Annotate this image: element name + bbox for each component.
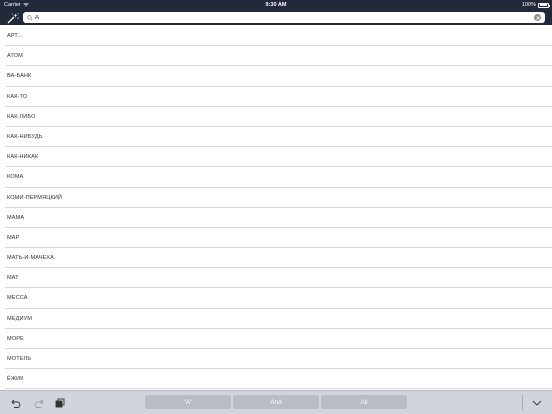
- list-item-label: КАК-ТО: [7, 93, 28, 100]
- list-item-label: АРТ...: [7, 33, 23, 39]
- list-item-label: МОТЕЛЬ: [7, 356, 32, 362]
- suggestion-chip-quoted[interactable]: "А": [145, 395, 231, 409]
- undo-button[interactable]: [10, 397, 22, 409]
- list-item-label: КАК-ЛИБО: [7, 113, 36, 120]
- list-item[interactable]: МОТЕЛЬ: [5, 349, 552, 370]
- list-item[interactable]: МОРЕ: [5, 329, 552, 349]
- list-item[interactable]: МАМА: [5, 208, 552, 228]
- list-item-label: ВА-БАНК: [7, 73, 32, 80]
- suggestion-chip-and[interactable]: And: [233, 395, 319, 409]
- battery-indicator: 100%: [521, 2, 550, 8]
- list-item[interactable]: ВА-БАНК: [5, 66, 552, 87]
- list-item-label: КАК-НИКАК: [7, 154, 39, 161]
- status-bar: Carrier 9:30 AM 100%: [0, 0, 552, 10]
- list-item-label: КОМА: [7, 174, 24, 181]
- list-item-label: МАР: [7, 234, 20, 241]
- search-bar[interactable]: [23, 12, 545, 23]
- clear-x-icon: [535, 15, 540, 20]
- results-list: АРТ... АТОМ ВА-БАНК КАК-ТО КАК-ЛИБО КАК-…: [0, 26, 552, 390]
- list-item-label: МАТ: [7, 275, 19, 282]
- keyboard-toolbar: "А" And All: [0, 390, 552, 414]
- search-icon: [27, 14, 33, 21]
- copy-icon: [55, 398, 65, 408]
- suggestion-chip-all[interactable]: All: [321, 395, 407, 409]
- list-item[interactable]: КАК-ТО: [5, 87, 552, 107]
- chevron-down-icon: [532, 400, 542, 406]
- list-item[interactable]: МАТЬ-И-МАЧЕХА: [5, 248, 552, 269]
- clock: 9:30 AM: [265, 2, 287, 8]
- list-item[interactable]: ЁЖИК: [5, 369, 552, 390]
- list-item[interactable]: МЕССА: [5, 288, 552, 309]
- list-item[interactable]: КАК-НИБУДЬ: [5, 127, 552, 148]
- magic-wand-button[interactable]: [6, 12, 20, 24]
- list-item[interactable]: АРТ...: [5, 26, 552, 47]
- list-item[interactable]: МАР: [5, 228, 552, 249]
- list-item[interactable]: КОМА: [5, 167, 552, 188]
- list-item[interactable]: КАК-НИКАК: [5, 147, 552, 168]
- clear-search-button[interactable]: [534, 14, 541, 21]
- list-item-label: МЕДИУМ: [7, 315, 33, 322]
- list-item[interactable]: КОМИ-ПЕРМЯЦКИЙ: [5, 188, 552, 208]
- list-item[interactable]: КАК-ЛИБО: [5, 107, 552, 127]
- list-item-label: КОМИ-ПЕРМЯЦКИЙ: [7, 194, 63, 201]
- magic-wand-icon: [7, 12, 19, 23]
- battery-percent: 100%: [521, 2, 536, 8]
- list-item-label: МОРЕ: [7, 335, 24, 342]
- list-item[interactable]: МЕДИУМ: [5, 309, 552, 329]
- copy-button[interactable]: [54, 397, 66, 409]
- list-item-label: КАК-НИБУДЬ: [7, 133, 43, 140]
- redo-icon: [34, 399, 44, 408]
- list-item[interactable]: МАТ: [5, 268, 552, 289]
- top-bar: Carrier 9:30 AM 100%: [0, 0, 552, 25]
- battery-icon: [538, 2, 550, 8]
- list-item-label: АТОМ: [7, 53, 23, 60]
- list-item-label: ЁЖИК: [7, 376, 24, 383]
- undo-icon: [10, 399, 20, 408]
- search-input[interactable]: [35, 12, 525, 23]
- list-item[interactable]: АТОМ: [5, 46, 552, 67]
- redo-button[interactable]: [32, 397, 44, 409]
- dismiss-keyboard-button[interactable]: [531, 397, 543, 409]
- list-item-label: МЕССА: [7, 295, 28, 302]
- toolbar-divider: [522, 395, 523, 411]
- list-item-label: МАМА: [7, 214, 25, 221]
- list-item-label: МАТЬ-И-МАЧЕХА: [7, 255, 54, 262]
